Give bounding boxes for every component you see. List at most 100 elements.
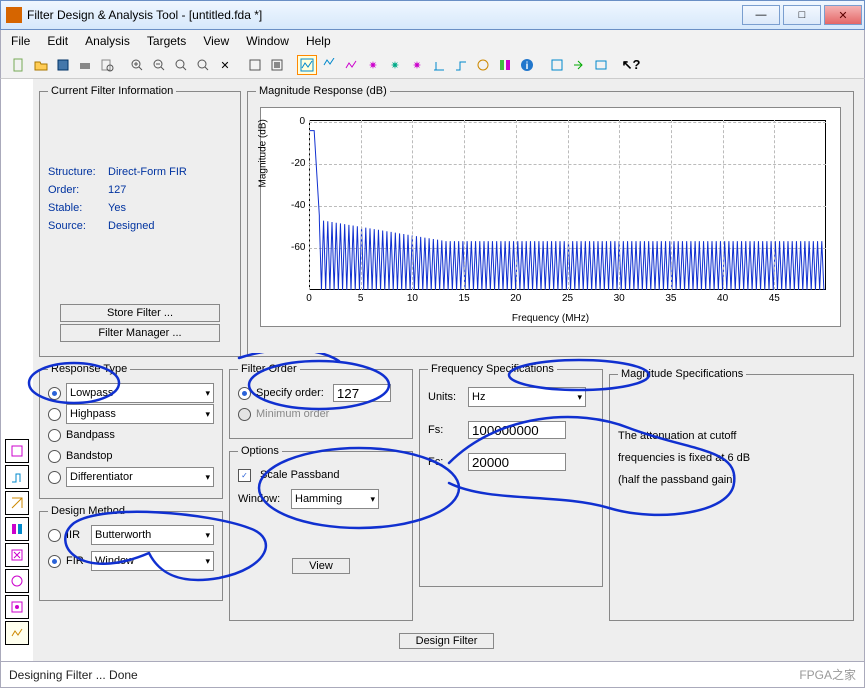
app-icon xyxy=(6,7,22,23)
maximize-button[interactable]: □ xyxy=(783,5,821,25)
polezero-icon[interactable] xyxy=(473,55,493,75)
realize-icon[interactable] xyxy=(591,55,611,75)
sb-icon-2[interactable] xyxy=(5,465,29,489)
menu-help[interactable]: Help xyxy=(306,34,331,48)
stable-value: Yes xyxy=(108,202,126,214)
resptype-legend: Response Type xyxy=(48,363,130,375)
zoom-fit-icon[interactable]: ✕ xyxy=(215,55,235,75)
radio-bandstop[interactable] xyxy=(48,450,61,463)
sb-icon-8[interactable] xyxy=(5,621,29,645)
radio-iir[interactable] xyxy=(48,529,61,542)
minimize-button[interactable]: — xyxy=(742,5,780,25)
highpass-combo[interactable]: Highpass xyxy=(66,404,214,424)
window-combo[interactable]: Hamming xyxy=(291,489,379,509)
bandstop-label: Bandstop xyxy=(66,450,112,462)
ms-line1: The attenuation at cutoff xyxy=(618,425,845,447)
toolbar: ✕ ✷ ✷ ✷ i ↖? xyxy=(0,52,865,79)
filter-manager-button[interactable]: Filter Manager ... xyxy=(60,324,220,342)
design-method: Design Method IIRButterworth FIRWindow xyxy=(39,505,223,601)
structure-label: Structure: xyxy=(48,163,108,181)
convert-icon[interactable] xyxy=(569,55,589,75)
response-type: Response Type Lowpass Highpass Bandpass … xyxy=(39,363,223,499)
watermark: FPGA之家 xyxy=(799,666,856,683)
zoom-x-icon[interactable] xyxy=(171,55,191,75)
radio-fir[interactable] xyxy=(48,555,61,568)
design-filter-button[interactable]: Design Filter xyxy=(399,633,495,649)
menu-edit[interactable]: Edit xyxy=(47,34,68,48)
zoom-y-icon[interactable] xyxy=(193,55,213,75)
help-icon[interactable]: ↖? xyxy=(621,55,641,75)
plot-xlabel: Frequency (MHz) xyxy=(512,313,589,324)
sb-icon-5[interactable] xyxy=(5,543,29,567)
full-view-icon[interactable] xyxy=(297,55,317,75)
close-button[interactable]: ✕ xyxy=(824,5,862,25)
sb-icon-6[interactable] xyxy=(5,569,29,593)
new-icon[interactable] xyxy=(9,55,29,75)
titlebar: Filter Design & Analysis Tool - [untitle… xyxy=(0,0,865,30)
print-icon[interactable] xyxy=(75,55,95,75)
statusbar: Designing Filter ... Done FPGA之家 xyxy=(0,662,865,688)
sb-icon-3[interactable] xyxy=(5,491,29,515)
undock-icon[interactable] xyxy=(245,55,265,75)
print-preview-icon[interactable] xyxy=(97,55,117,75)
scale-passband-checkbox[interactable]: ✓ xyxy=(238,469,251,482)
diff-combo[interactable]: Differentiator xyxy=(66,467,214,487)
fs-input[interactable] xyxy=(468,421,566,439)
coeffs-icon[interactable] xyxy=(495,55,515,75)
store-filter-button[interactable]: Store Filter ... xyxy=(60,304,220,322)
menu-window[interactable]: Window xyxy=(246,34,289,48)
zoom-out-icon[interactable] xyxy=(149,55,169,75)
menu-view[interactable]: View xyxy=(203,34,229,48)
iir-combo[interactable]: Butterworth xyxy=(91,525,214,545)
sb-icon-1[interactable] xyxy=(5,439,29,463)
source-value: Designed xyxy=(108,220,154,232)
fs-legend: Frequency Specifications xyxy=(428,363,557,375)
magresp-legend: Magnitude Response (dB) xyxy=(256,85,390,97)
min-order-label: Minimum order xyxy=(256,408,329,420)
info-icon[interactable]: i xyxy=(517,55,537,75)
window-label: Window: xyxy=(238,493,286,505)
ms-line2: frequencies is fixed at 6 dB xyxy=(618,447,845,469)
dock-icon[interactable] xyxy=(267,55,287,75)
groupdelay-icon[interactable]: ✷ xyxy=(385,55,405,75)
ms-legend: Magnitude Specifications xyxy=(618,363,746,385)
specs-icon[interactable] xyxy=(547,55,567,75)
menu-file[interactable]: File xyxy=(11,34,30,48)
view-button[interactable]: View xyxy=(292,558,350,574)
mag-icon[interactable] xyxy=(319,55,339,75)
specify-label: Specify order: xyxy=(256,387,324,399)
dm-legend: Design Method xyxy=(48,505,128,517)
svg-text:i: i xyxy=(526,61,529,72)
menu-analysis[interactable]: Analysis xyxy=(85,34,130,48)
radio-bandpass[interactable] xyxy=(48,429,61,442)
units-combo[interactable]: Hz xyxy=(468,387,586,407)
radio-lowpass[interactable] xyxy=(48,387,61,400)
status-text: Designing Filter ... Done xyxy=(9,668,138,682)
window-title: Filter Design & Analysis Tool - [untitle… xyxy=(27,8,739,22)
bandpass-label: Bandpass xyxy=(66,429,115,441)
order-input[interactable] xyxy=(333,384,391,402)
impulse-icon[interactable] xyxy=(429,55,449,75)
open-icon[interactable] xyxy=(31,55,51,75)
lowpass-combo[interactable]: Lowpass xyxy=(66,383,214,403)
sb-icon-7[interactable] xyxy=(5,595,29,619)
radio-specify-order[interactable] xyxy=(238,387,251,400)
fo-legend: Filter Order xyxy=(238,363,300,375)
fir-combo[interactable]: Window xyxy=(91,551,214,571)
radio-highpass[interactable] xyxy=(48,408,61,421)
save-icon[interactable] xyxy=(53,55,73,75)
sidebar xyxy=(1,79,33,661)
radio-diff[interactable] xyxy=(48,471,61,484)
magphase-icon[interactable]: ✷ xyxy=(363,55,383,75)
phasedelay-icon[interactable]: ✷ xyxy=(407,55,427,75)
step-icon[interactable] xyxy=(451,55,471,75)
phase-icon[interactable] xyxy=(341,55,361,75)
radio-min-order xyxy=(238,408,251,421)
sb-icon-4[interactable] xyxy=(5,517,29,541)
filter-order: Filter Order Specify order: Minimum orde… xyxy=(229,363,413,439)
menubar: File Edit Analysis Targets View Window H… xyxy=(0,30,865,52)
menu-targets[interactable]: Targets xyxy=(147,34,186,48)
fc-input[interactable] xyxy=(468,453,566,471)
units-label: Units: xyxy=(428,391,462,403)
zoom-in-icon[interactable] xyxy=(127,55,147,75)
